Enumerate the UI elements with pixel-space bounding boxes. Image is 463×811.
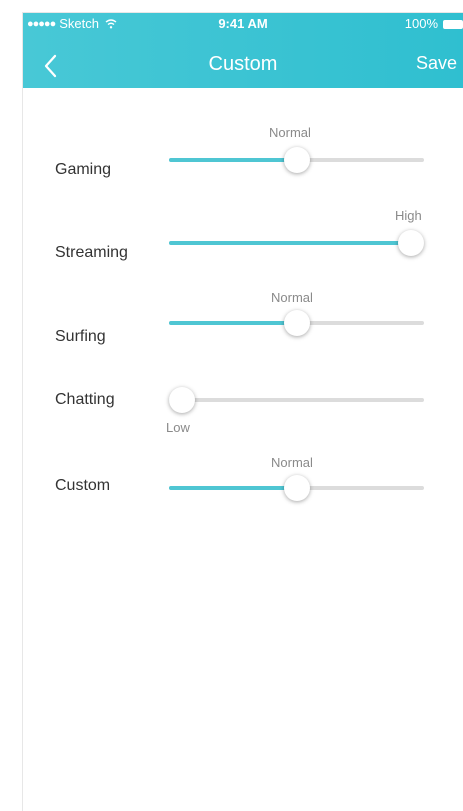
status-bar: ●●●●● Sketch 9:41 AM 100%	[23, 13, 463, 35]
row-label: Custom	[55, 477, 111, 494]
slider-track[interactable]	[169, 230, 425, 256]
slider-track[interactable]	[168, 387, 424, 413]
phone-screen: ●●●●● Sketch 9:41 AM 100% Custom Save Ga…	[22, 12, 463, 811]
slider-row-surfing: Surfing Normal	[23, 290, 463, 350]
slider-row-streaming: Streaming High	[23, 207, 463, 267]
slider-thumb[interactable]	[283, 475, 310, 501]
slider-fill	[169, 158, 297, 162]
slider-fill	[169, 486, 297, 490]
slider-track[interactable]	[169, 147, 424, 173]
save-button[interactable]: Save	[416, 53, 457, 74]
slider-fill	[169, 241, 412, 245]
battery-percent: 100%	[404, 16, 438, 31]
slider-track[interactable]	[169, 310, 424, 336]
battery-icon	[443, 19, 463, 29]
slider-row-gaming: Gaming Normal	[23, 125, 463, 185]
slider-thumb[interactable]	[283, 147, 310, 173]
slider-thumb[interactable]	[398, 230, 425, 256]
slider-thumb[interactable]	[168, 387, 195, 413]
slider-value-label: Normal	[271, 290, 313, 305]
slider-thumb[interactable]	[283, 310, 310, 336]
row-label: Chatting	[55, 391, 115, 408]
page-title: Custom	[208, 53, 278, 75]
row-label: Surfing	[55, 328, 106, 345]
slider-row-custom: Custom Normal	[23, 455, 463, 515]
row-label: Streaming	[55, 244, 128, 261]
navbar: Custom Save	[23, 47, 463, 83]
status-right: 100%	[405, 13, 463, 35]
slider-value-label: Normal	[269, 125, 311, 140]
slider-value-label: Low	[166, 420, 190, 435]
row-label: Gaming	[55, 161, 112, 178]
slider-value-label: Normal	[271, 455, 313, 470]
header: ●●●●● Sketch 9:41 AM 100% Custom Save	[23, 13, 463, 88]
slider-fill	[169, 321, 297, 325]
slider-value-label: High	[395, 208, 422, 223]
status-time: 9:41 AM	[218, 16, 268, 31]
slider-row-chatting: Chatting Low	[23, 387, 463, 451]
slider-track[interactable]	[169, 475, 424, 501]
